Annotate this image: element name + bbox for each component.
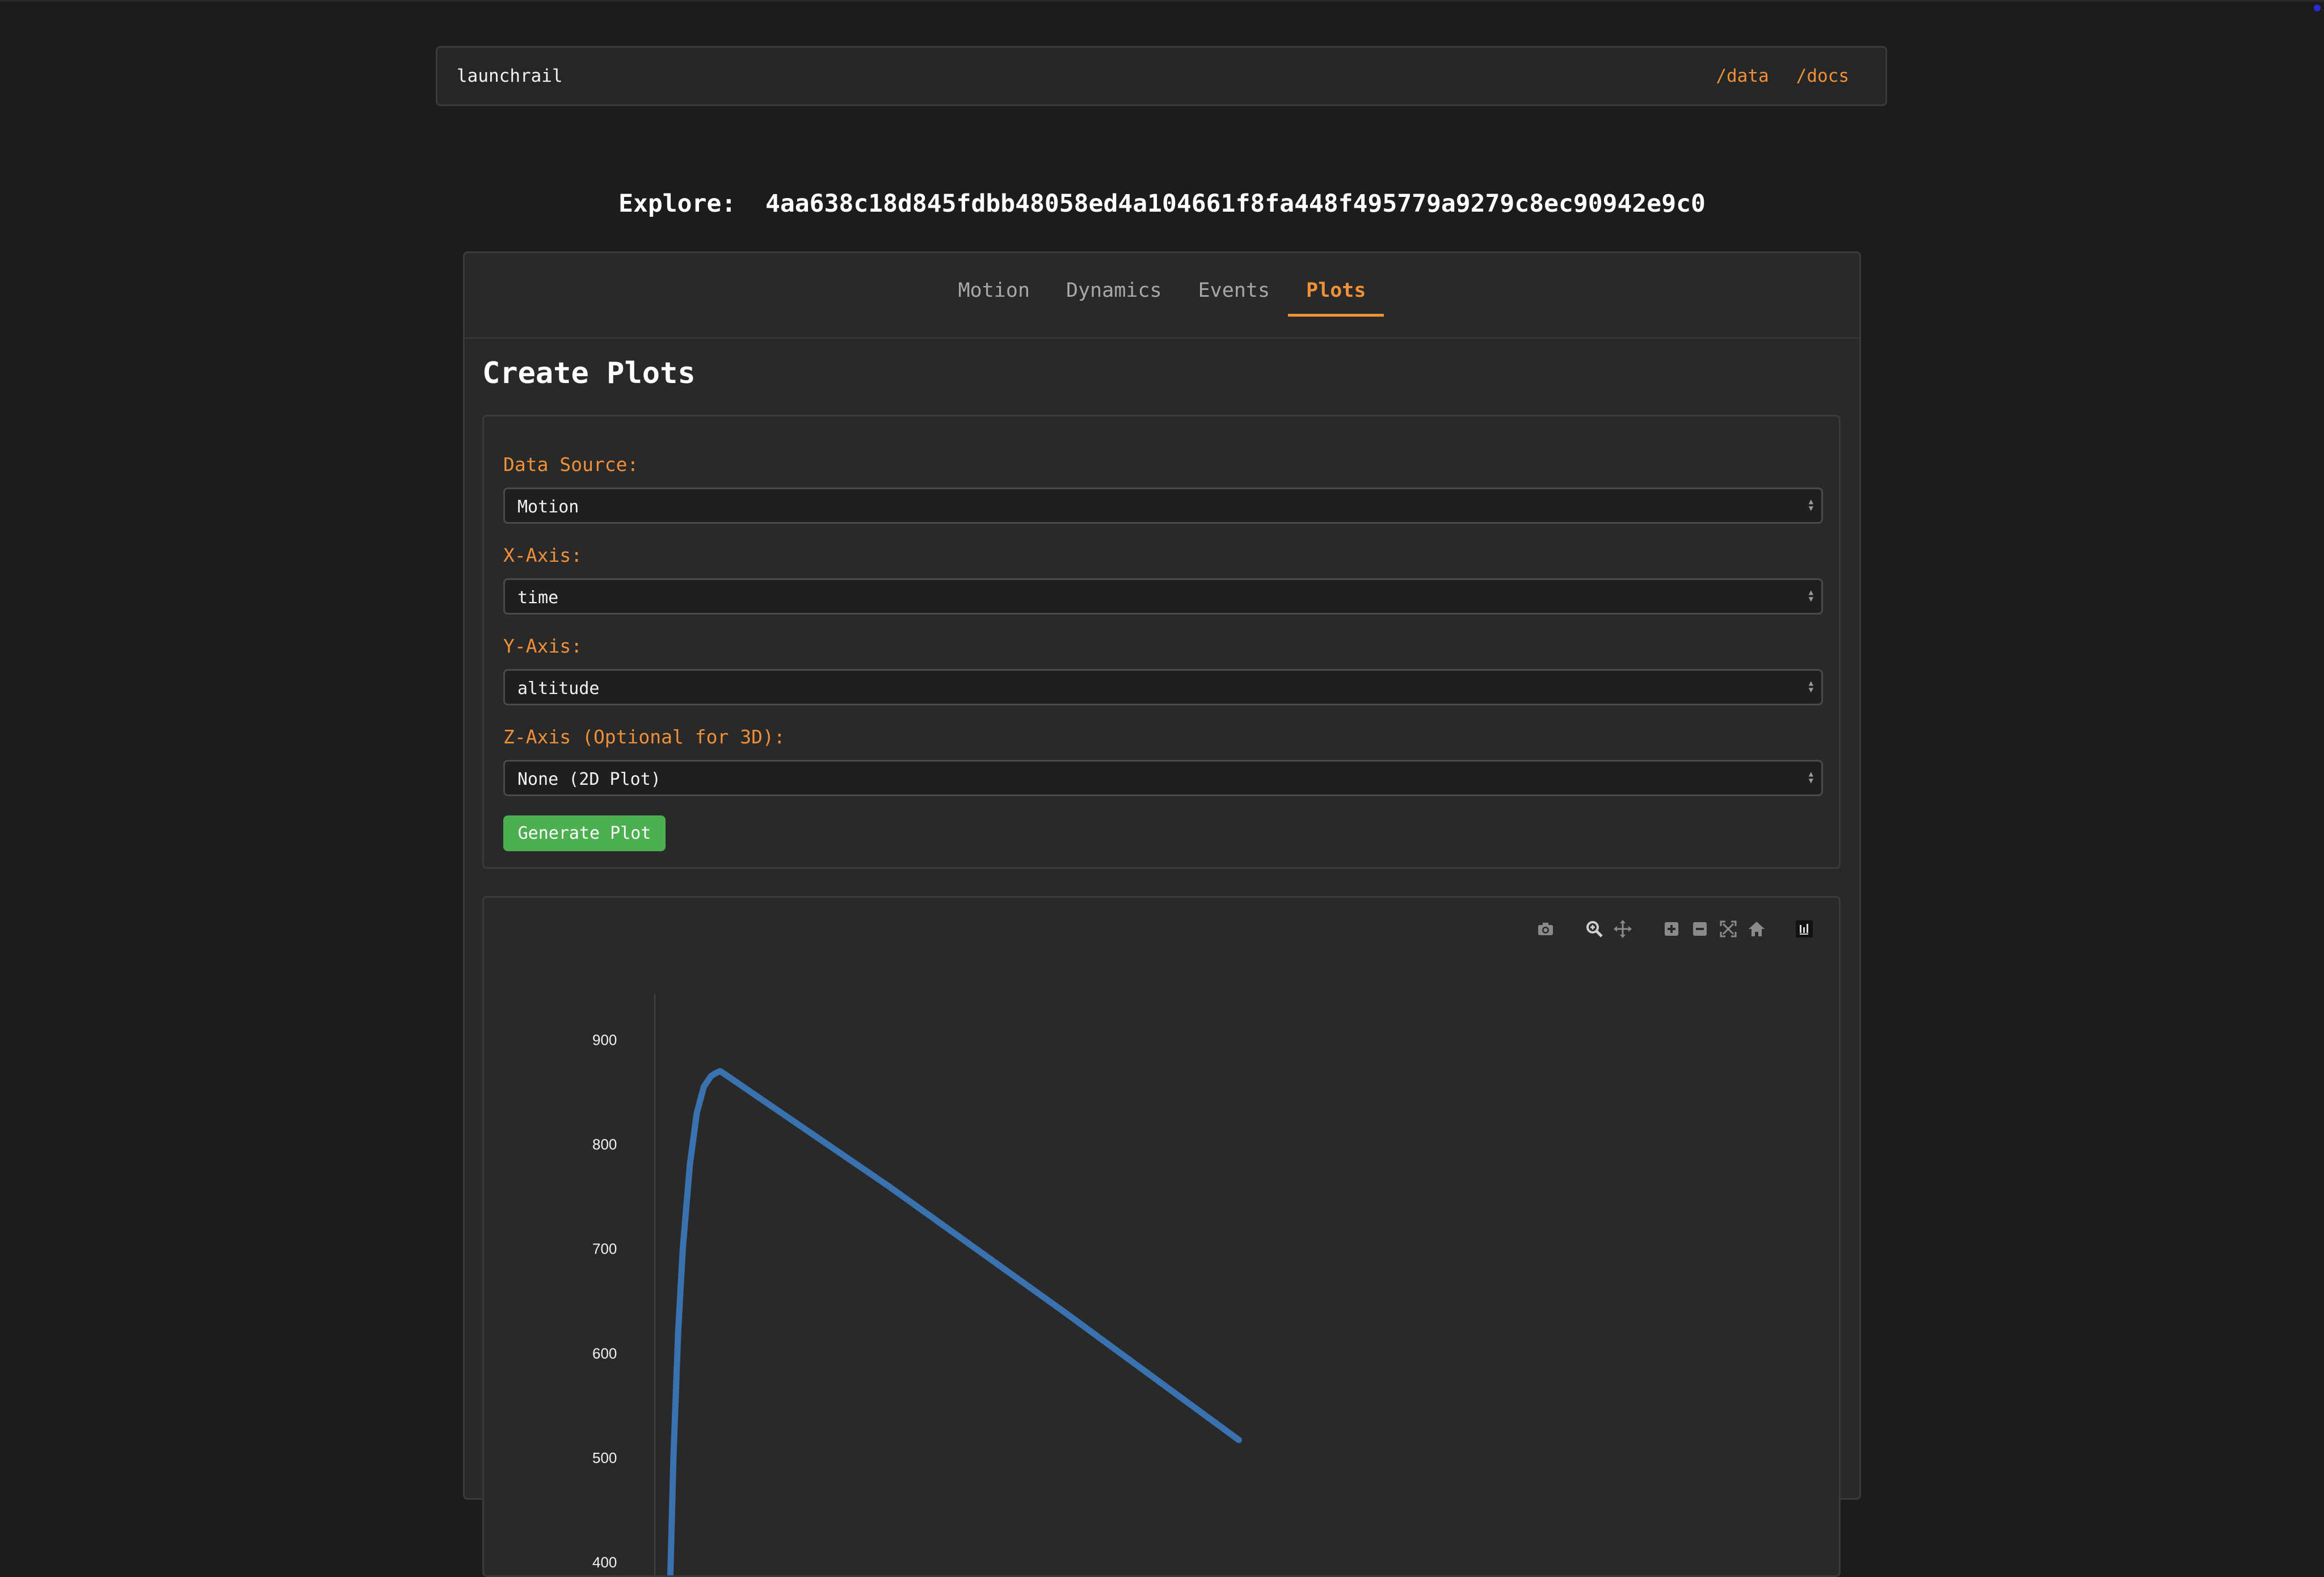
plot-container: 900 800 700 600 500 400 xyxy=(482,896,1841,1577)
y-tick-label: 600 xyxy=(592,1345,617,1362)
select-arrows-icon: ▲ ▼ xyxy=(1808,588,1813,604)
series-line-0[interactable] xyxy=(667,1068,1242,1576)
y-axis-value: altitude xyxy=(517,679,600,699)
status-dot-icon xyxy=(2314,5,2321,11)
data-source-select[interactable]: Motion ▲ ▼ xyxy=(503,487,1823,524)
card-content: Create Plots Data Source: Motion ▲ ▼ X-Ax… xyxy=(463,0,1861,1577)
y-axis-select[interactable]: altitude ▲ ▼ xyxy=(503,669,1823,705)
z-axis-value: None (2D Plot) xyxy=(517,769,661,789)
z-axis-select[interactable]: None (2D Plot) ▲ ▼ xyxy=(503,760,1823,796)
y-tick-label: 700 xyxy=(592,1240,617,1258)
section-title: Create Plots xyxy=(482,356,696,390)
select-arrows-icon: ▲ ▼ xyxy=(1808,769,1813,785)
x-axis-select[interactable]: time ▲ ▼ xyxy=(503,578,1823,615)
select-arrows-icon: ▲ ▼ xyxy=(1808,497,1813,513)
plot-form: Data Source: Motion ▲ ▼ X-Axis: time ▲ ▼ Y… xyxy=(482,415,1841,869)
y-tick-label: 400 xyxy=(592,1554,617,1571)
x-axis-value: time xyxy=(517,588,559,608)
data-source-label: Data Source: xyxy=(503,453,639,476)
y-tick-label: 900 xyxy=(592,1031,617,1048)
data-source-value: Motion xyxy=(517,497,579,517)
x-axis-label: X-Axis: xyxy=(503,544,583,566)
select-arrows-icon: ▲ ▼ xyxy=(1808,679,1813,695)
y-axis-label: Y-Axis: xyxy=(503,635,583,657)
z-axis-label: Z-Axis (Optional for 3D): xyxy=(503,726,785,748)
y-tick-label: 800 xyxy=(592,1136,617,1153)
generate-plot-button[interactable]: Generate Plot xyxy=(503,815,666,851)
altitude-chart[interactable]: 900 800 700 600 500 400 xyxy=(484,898,1839,1575)
y-tick-label: 500 xyxy=(592,1449,617,1466)
